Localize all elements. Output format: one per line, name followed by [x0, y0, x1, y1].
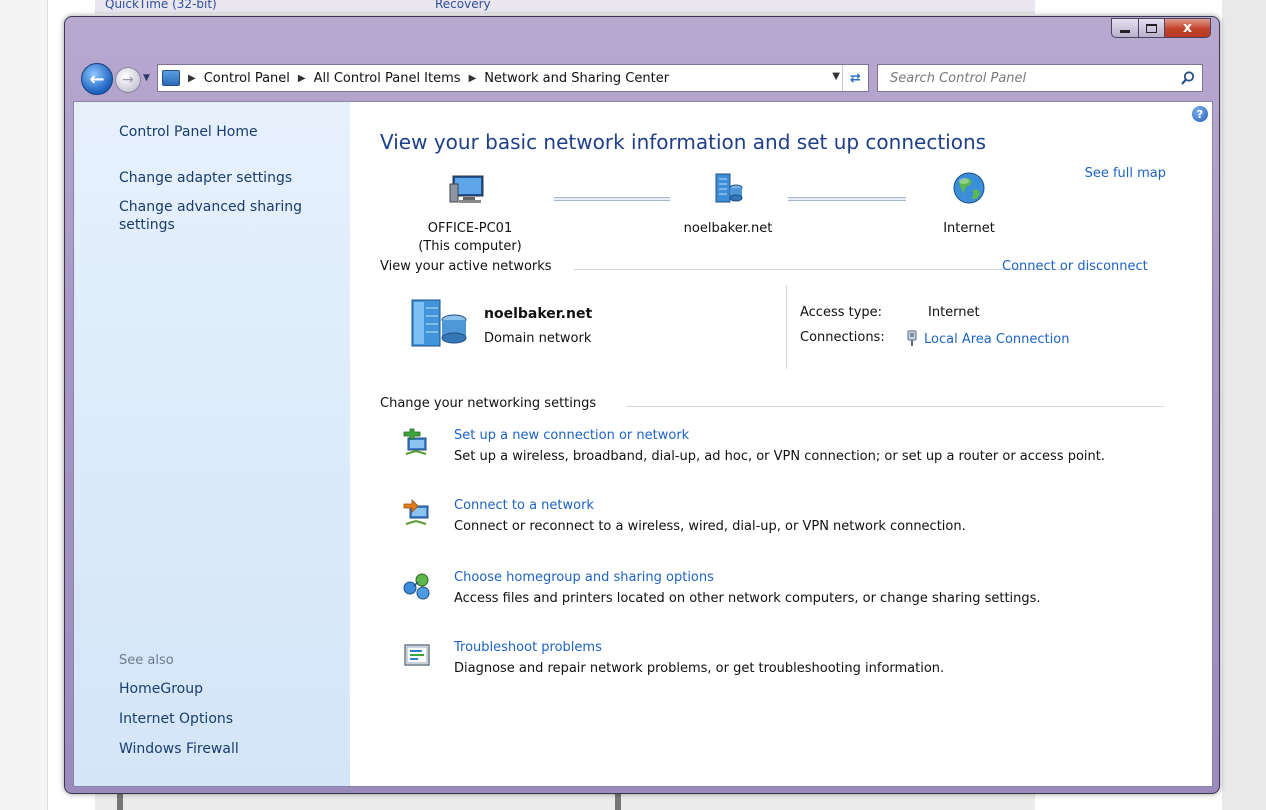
back-arrow-icon: ← — [89, 68, 105, 90]
new-connection-icon — [403, 428, 427, 455]
breadcrumb-arrow-icon[interactable]: ▶ — [298, 73, 306, 84]
help-icon[interactable]: ? — [1192, 106, 1208, 122]
search-input[interactable]: Search Control Panel — [890, 71, 1026, 86]
active-network-name: noelbaker.net — [484, 306, 593, 322]
minimize-icon — [1120, 29, 1130, 33]
content-area: Control Panel Home Change adapter settin… — [73, 101, 1213, 787]
map-node-internet[interactable]: Internet — [914, 170, 1024, 238]
desktop-background-left — [0, 0, 48, 810]
minimize-button[interactable] — [1111, 18, 1139, 38]
map-node-network[interactable]: noelbaker.net — [668, 170, 788, 238]
main-panel: ? View your basic network information an… — [350, 102, 1212, 786]
recent-pages-button[interactable]: ▼ — [143, 73, 150, 83]
breadcrumb-arrow-icon[interactable]: ▶ — [188, 73, 196, 84]
task-desc-new-connection: Set up a wireless, broadband, dial-up, a… — [454, 449, 1106, 464]
address-dropdown-icon[interactable]: ▼ — [832, 71, 840, 82]
connections-label: Connections: — [800, 330, 885, 345]
task-link-new-connection[interactable]: Set up a new connection or network — [454, 428, 689, 443]
refresh-button[interactable]: ⇄ — [842, 65, 868, 91]
see-also-heading: See also — [119, 653, 174, 668]
sidebar-link-advanced-sharing[interactable]: Change advanced sharing settings — [119, 198, 319, 234]
task-link-troubleshoot[interactable]: Troubleshoot problems — [454, 640, 602, 655]
sidebar-link-control-panel-home[interactable]: Control Panel Home — [119, 123, 258, 141]
forward-arrow-icon: → — [122, 72, 134, 88]
map-connection-line — [788, 197, 906, 201]
close-button[interactable]: x — [1165, 18, 1211, 38]
refresh-icon: ⇄ — [850, 70, 861, 86]
task-link-connect-network[interactable]: Connect to a network — [454, 498, 594, 513]
computer-icon — [449, 175, 484, 203]
forward-button[interactable]: → — [115, 67, 141, 93]
map-connection-line — [554, 197, 670, 201]
task-link-homegroup[interactable]: Choose homegroup and sharing options — [454, 570, 714, 585]
section-divider — [626, 406, 1164, 407]
sidebar-link-internet-options[interactable]: Internet Options — [119, 710, 233, 728]
internet-node-label: Internet — [943, 221, 995, 236]
sidebar: Control Panel Home Change adapter settin… — [74, 102, 350, 786]
desktop-background-right — [1222, 0, 1266, 810]
map-node-computer[interactable]: OFFICE-PC01 (This computer) — [408, 170, 532, 256]
breadcrumb-arrow-icon[interactable]: ▶ — [469, 73, 477, 84]
search-box[interactable]: Search Control Panel — [877, 64, 1203, 92]
task-desc-connect-network: Connect or reconnect to a wireless, wire… — [454, 519, 966, 534]
active-networks-heading: View your active networks — [380, 259, 552, 274]
see-full-map-link[interactable]: See full map — [1085, 166, 1166, 181]
breadcrumb-network-sharing[interactable]: Network and Sharing Center — [484, 71, 669, 86]
section-divider — [574, 269, 1064, 270]
search-icon[interactable] — [1180, 70, 1196, 86]
task-desc-homegroup: Access files and printers located on oth… — [454, 591, 1041, 606]
address-bar[interactable]: ▶ Control Panel ▶ All Control Panel Item… — [157, 64, 869, 92]
close-icon: x — [1182, 20, 1193, 36]
homegroup-icon — [403, 573, 430, 600]
maximize-icon — [1146, 23, 1157, 33]
access-type-label: Access type: — [800, 305, 883, 320]
maximize-button[interactable] — [1139, 18, 1165, 38]
sidebar-link-windows-firewall[interactable]: Windows Firewall — [119, 740, 239, 758]
breadcrumb-control-panel[interactable]: Control Panel — [204, 71, 290, 86]
globe-icon — [953, 172, 985, 204]
troubleshoot-icon — [404, 644, 430, 666]
connections-value[interactable]: Local Area Connection — [924, 332, 1069, 347]
control-panel-icon — [162, 70, 180, 86]
ethernet-plug-icon — [907, 330, 917, 346]
network-node-label: noelbaker.net — [683, 221, 773, 236]
vertical-divider — [786, 285, 787, 369]
active-network-type[interactable]: Domain network — [484, 331, 591, 346]
background-item-recovery: Recovery — [435, 0, 491, 11]
background-item-quicktime: QuickTime (32-bit) — [105, 0, 217, 11]
window-controls: x — [1111, 18, 1211, 38]
access-type-value: Internet — [928, 305, 980, 320]
computer-name: OFFICE-PC01 — [427, 221, 513, 236]
task-desc-troubleshoot: Diagnose and repair network problems, or… — [454, 661, 945, 676]
local-area-connection-link[interactable]: Local Area Connection — [906, 330, 1069, 347]
connect-network-icon — [403, 499, 429, 525]
back-button[interactable]: ← — [81, 63, 113, 95]
computer-subtitle: (This computer) — [418, 239, 522, 254]
connect-or-disconnect-link[interactable]: Connect or disconnect — [1002, 259, 1148, 274]
domain-network-icon — [715, 173, 743, 203]
background-window-strip: QuickTime (32-bit) Recovery — [95, 0, 1035, 14]
sidebar-link-change-adapter-settings[interactable]: Change adapter settings — [119, 169, 292, 187]
control-panel-window: x ← → ▼ ▶ Control Panel ▶ All Control Pa… — [64, 16, 1220, 794]
settings-heading: Change your networking settings — [380, 396, 597, 411]
page-title: View your basic network information and … — [380, 130, 987, 154]
chevron-down-icon: ▼ — [143, 73, 150, 83]
domain-network-icon — [411, 299, 467, 347]
sidebar-link-homegroup[interactable]: HomeGroup — [119, 680, 203, 698]
breadcrumb-all-items[interactable]: All Control Panel Items — [314, 71, 461, 86]
